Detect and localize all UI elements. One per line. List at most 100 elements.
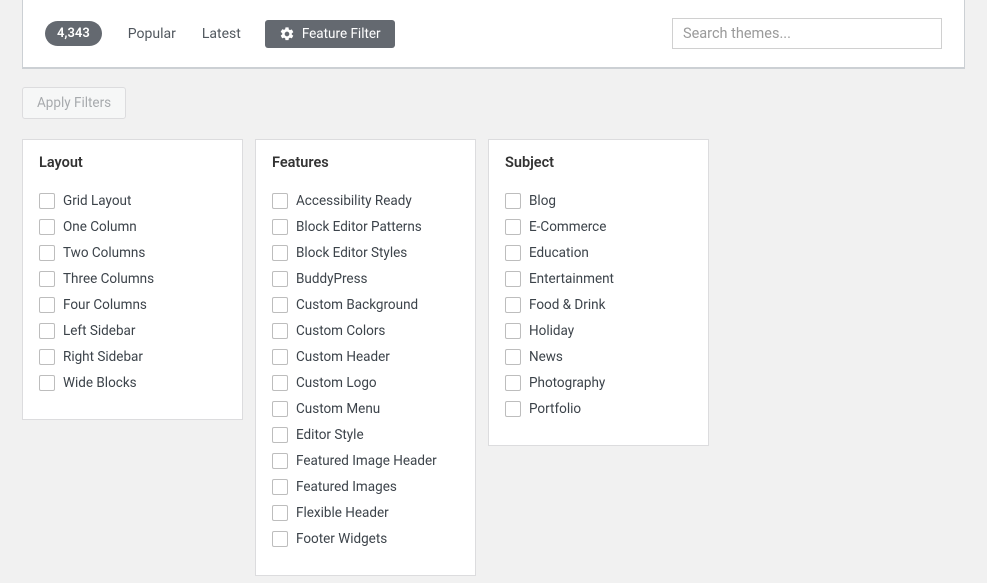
checkbox-label: News <box>529 349 563 365</box>
checkbox-label: Portfolio <box>529 401 581 417</box>
checkbox-label: Custom Colors <box>296 323 385 339</box>
checkbox-row[interactable]: Editor Style <box>272 427 459 443</box>
checkbox-icon[interactable] <box>272 505 288 521</box>
checkbox-row[interactable]: Footer Widgets <box>272 531 459 547</box>
checkbox-label: Block Editor Patterns <box>296 219 422 235</box>
checkbox-row[interactable]: Accessibility Ready <box>272 193 459 209</box>
checkbox-icon[interactable] <box>272 297 288 313</box>
checkbox-icon[interactable] <box>505 297 521 313</box>
checkbox-icon[interactable] <box>39 193 55 209</box>
checkbox-icon[interactable] <box>39 375 55 391</box>
checkbox-row[interactable]: Custom Background <box>272 297 459 313</box>
checkbox-label: Custom Menu <box>296 401 380 417</box>
feature-filter-label: Feature Filter <box>302 26 381 42</box>
checkbox-row[interactable]: Two Columns <box>39 245 226 261</box>
panel-title: Features <box>272 154 459 171</box>
checkbox-icon[interactable] <box>272 245 288 261</box>
checkbox-row[interactable]: Wide Blocks <box>39 375 226 391</box>
tab-popular[interactable]: Popular <box>118 20 186 48</box>
checkbox-label: Custom Background <box>296 297 418 313</box>
checkbox-label: Flexible Header <box>296 505 389 521</box>
checkbox-icon[interactable] <box>272 349 288 365</box>
checkbox-row[interactable]: Education <box>505 245 692 261</box>
checkbox-row[interactable]: Portfolio <box>505 401 692 417</box>
checkbox-icon[interactable] <box>272 219 288 235</box>
checkbox-label: Block Editor Styles <box>296 245 407 261</box>
checkbox-icon[interactable] <box>272 271 288 287</box>
checkbox-row[interactable]: Holiday <box>505 323 692 339</box>
gear-icon <box>279 26 295 42</box>
checkbox-icon[interactable] <box>272 427 288 443</box>
checkbox-row[interactable]: Custom Colors <box>272 323 459 339</box>
checkbox-row[interactable]: Blog <box>505 193 692 209</box>
checkbox-row[interactable]: Right Sidebar <box>39 349 226 365</box>
filter-panel-layout: Layout Grid Layout One Column Two Columns Th… <box>22 139 243 420</box>
checkbox-row[interactable]: Featured Image Header <box>272 453 459 469</box>
checkbox-icon[interactable] <box>505 219 521 235</box>
checkbox-icon[interactable] <box>272 453 288 469</box>
checkbox-row[interactable]: Custom Menu <box>272 401 459 417</box>
checkbox-row[interactable]: Block Editor Styles <box>272 245 459 261</box>
checkbox-label: Featured Images <box>296 479 397 495</box>
checkbox-icon[interactable] <box>39 323 55 339</box>
checkbox-row[interactable]: E-Commerce <box>505 219 692 235</box>
checkbox-icon[interactable] <box>272 193 288 209</box>
checkbox-label: Right Sidebar <box>63 349 143 365</box>
checkbox-row[interactable]: Entertainment <box>505 271 692 287</box>
checkbox-label: Custom Header <box>296 349 390 365</box>
checkbox-row[interactable]: Custom Header <box>272 349 459 365</box>
checkbox-icon[interactable] <box>272 375 288 391</box>
checkbox-icon[interactable] <box>39 245 55 261</box>
checkbox-icon[interactable] <box>505 375 521 391</box>
checkbox-icon[interactable] <box>39 219 55 235</box>
checkbox-label: Holiday <box>529 323 574 339</box>
search-input[interactable] <box>672 18 942 49</box>
checkbox-icon[interactable] <box>505 323 521 339</box>
checkbox-row[interactable]: Featured Images <box>272 479 459 495</box>
checkbox-row[interactable]: Custom Logo <box>272 375 459 391</box>
filter-panel-features: Features Accessibility Ready Block Editor … <box>255 139 476 576</box>
filter-panel-subject: SubjectBlogE-CommerceEducationEntertainm… <box>488 139 709 446</box>
checkbox-row[interactable]: Food & Drink <box>505 297 692 313</box>
checkbox-row[interactable]: One Column <box>39 219 226 235</box>
checkbox-label: Grid Layout <box>63 193 131 209</box>
checkbox-label: Photography <box>529 375 605 391</box>
checkbox-label: One Column <box>63 219 137 235</box>
checkbox-icon[interactable] <box>39 297 55 313</box>
top-bar: 4,343 Popular Latest Feature Filter <box>23 0 964 68</box>
checkbox-icon[interactable] <box>39 349 55 365</box>
apply-filters-button[interactable]: Apply Filters <box>22 87 126 119</box>
checkbox-label: Wide Blocks <box>63 375 137 391</box>
checkbox-icon[interactable] <box>505 349 521 365</box>
checkbox-row[interactable]: Three Columns <box>39 271 226 287</box>
checkbox-icon[interactable] <box>505 271 521 287</box>
tab-latest[interactable]: Latest <box>192 20 251 48</box>
checkbox-icon[interactable] <box>505 193 521 209</box>
checkbox-label: Custom Logo <box>296 375 377 391</box>
checkbox-row[interactable]: Flexible Header <box>272 505 459 521</box>
checkbox-icon[interactable] <box>272 479 288 495</box>
checkbox-row[interactable]: Left Sidebar <box>39 323 226 339</box>
checkbox-icon[interactable] <box>272 531 288 547</box>
checkbox-row[interactable]: Block Editor Patterns <box>272 219 459 235</box>
checkbox-label: Blog <box>529 193 556 209</box>
checkbox-row[interactable]: Photography <box>505 375 692 391</box>
checkbox-row[interactable]: Four Columns <box>39 297 226 313</box>
checkbox-icon[interactable] <box>505 245 521 261</box>
checkbox-row[interactable]: News <box>505 349 692 365</box>
checkbox-row[interactable]: BuddyPress <box>272 271 459 287</box>
checkbox-icon[interactable] <box>505 401 521 417</box>
checkbox-label: Footer Widgets <box>296 531 387 547</box>
panel-title: Layout <box>39 154 226 171</box>
checkbox-label: Entertainment <box>529 271 614 287</box>
checkbox-label: Accessibility Ready <box>296 193 412 209</box>
checkbox-row[interactable]: Grid Layout <box>39 193 226 209</box>
theme-count-badge: 4,343 <box>45 21 102 46</box>
checkbox-icon[interactable] <box>39 271 55 287</box>
checkbox-label: Editor Style <box>296 427 364 443</box>
checkbox-label: Three Columns <box>63 271 154 287</box>
checkbox-icon[interactable] <box>272 323 288 339</box>
checkbox-label: E-Commerce <box>529 219 606 235</box>
checkbox-icon[interactable] <box>272 401 288 417</box>
feature-filter-button[interactable]: Feature Filter <box>265 20 395 48</box>
